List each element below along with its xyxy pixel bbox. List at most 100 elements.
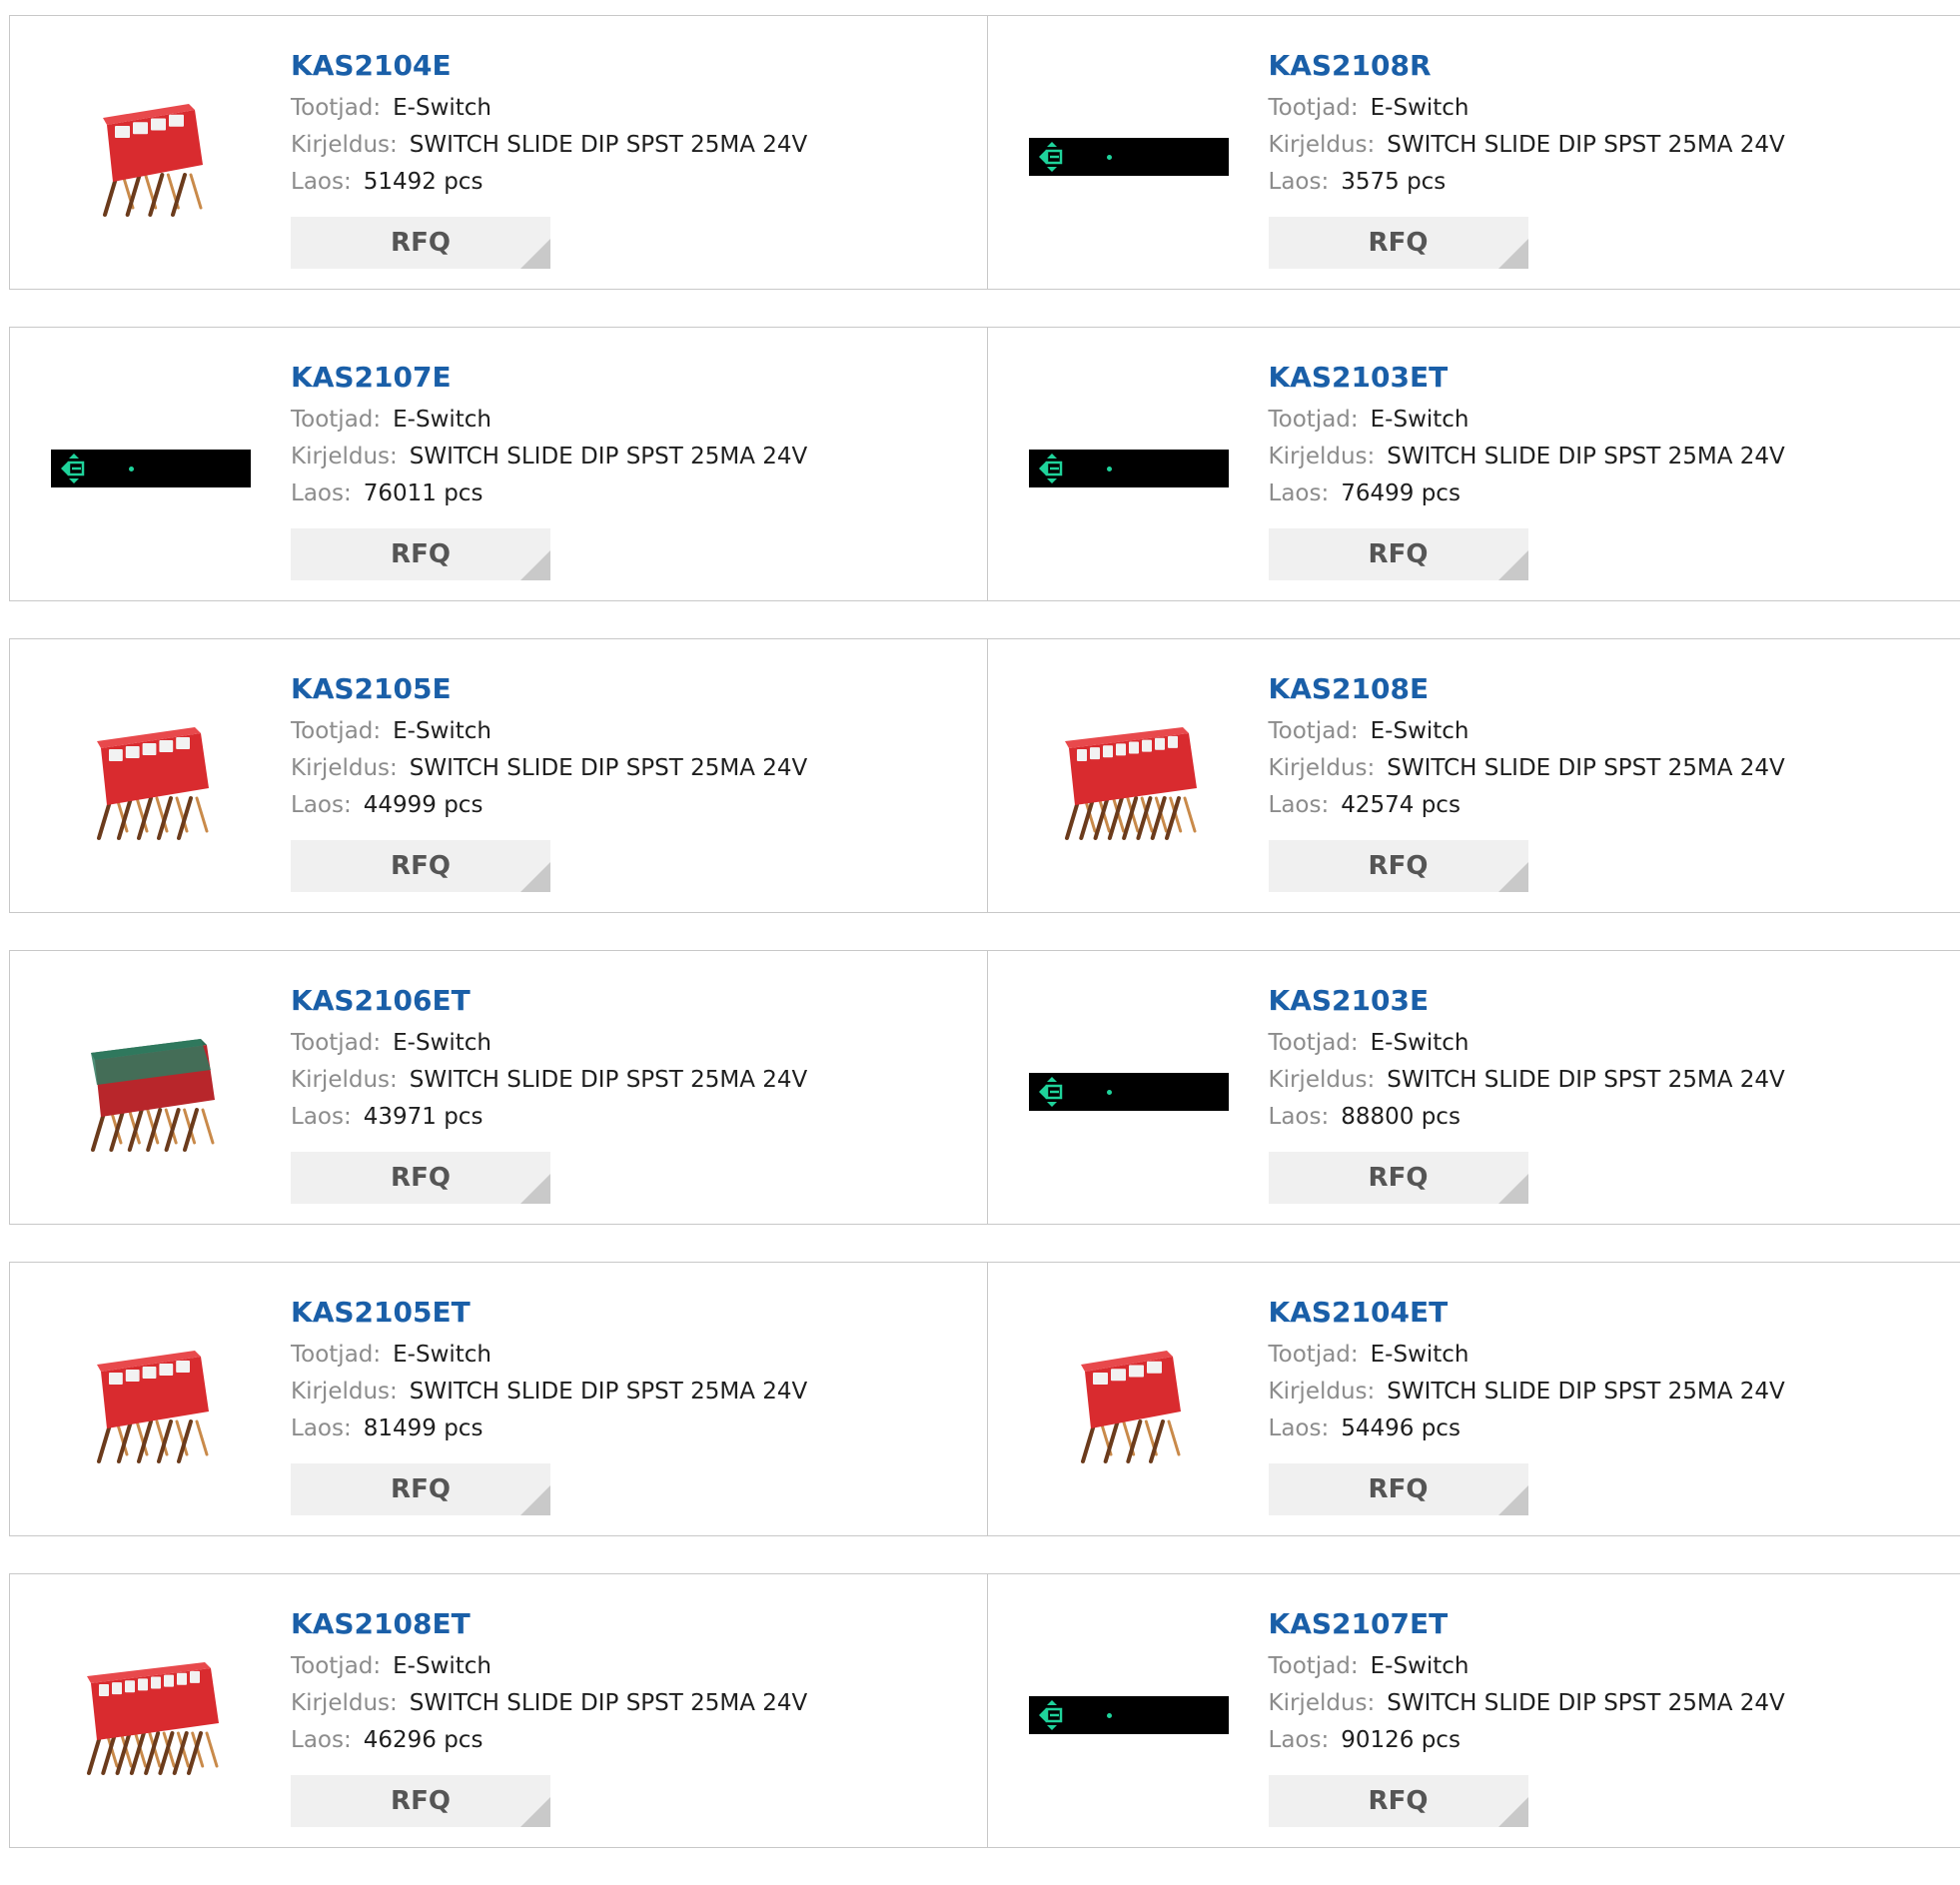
product-image[interactable]	[51, 992, 251, 1192]
stock-line: Laos:76499 pcs	[1269, 475, 1785, 512]
description-label: Kirjeldus:	[291, 444, 398, 470]
part-number-link[interactable]: KAS2104E	[291, 46, 807, 86]
description-value: SWITCH SLIDE DIP SPST 25MA 24V	[1387, 1067, 1785, 1093]
description-label: Kirjeldus:	[1269, 444, 1376, 470]
manufacturer-line: Tootjad:E-Switch	[1269, 1648, 1785, 1685]
description-value: SWITCH SLIDE DIP SPST 25MA 24V	[1387, 1690, 1785, 1716]
product-card: KAS2105E Tootjad:E-Switch Kirjeldus:SWIT…	[10, 639, 987, 912]
product-info: KAS2104E Tootjad:E-Switch Kirjeldus:SWIT…	[291, 46, 807, 269]
product-card: KAS2104ET Tootjad:E-Switch Kirjeldus:SWI…	[987, 1263, 1960, 1535]
rfq-button[interactable]: RFQ	[1269, 217, 1528, 269]
stock-label: Laos:	[1269, 792, 1330, 818]
part-number-link[interactable]: KAS2106ET	[291, 981, 807, 1021]
manufacturer-value: E-Switch	[393, 1653, 491, 1679]
manufacturer-value: E-Switch	[393, 1030, 491, 1056]
rfq-label: RFQ	[1369, 1474, 1429, 1504]
product-image[interactable]	[1029, 57, 1229, 257]
product-image[interactable]	[1029, 1304, 1229, 1503]
part-number-link[interactable]: KAS2104ET	[1269, 1293, 1785, 1333]
stock-value: 43971 pcs	[364, 1104, 484, 1130]
rfq-button[interactable]: RFQ	[291, 840, 550, 892]
rfq-button[interactable]: RFQ	[291, 1775, 550, 1827]
corner-triangle-icon	[520, 1797, 550, 1827]
rfq-button[interactable]: RFQ	[1269, 1463, 1528, 1515]
product-image[interactable]	[51, 369, 251, 568]
rfq-button[interactable]: RFQ	[291, 528, 550, 580]
product-card: KAS2106ET Tootjad:E-Switch Kirjeldus:SWI…	[10, 951, 987, 1224]
rfq-label: RFQ	[1369, 851, 1429, 881]
description-line: Kirjeldus:SWITCH SLIDE DIP SPST 25MA 24V	[291, 1374, 807, 1411]
corner-triangle-icon	[1498, 550, 1528, 580]
description-value: SWITCH SLIDE DIP SPST 25MA 24V	[410, 444, 808, 470]
part-number-link[interactable]: KAS2105E	[291, 669, 807, 709]
product-image[interactable]	[1029, 369, 1229, 568]
placeholder-icon	[1029, 1073, 1229, 1111]
product-image[interactable]	[51, 57, 251, 257]
placeholder-icon	[1029, 138, 1229, 176]
manufacturer-label: Tootjad:	[291, 407, 381, 433]
stock-label: Laos:	[1269, 1415, 1330, 1441]
description-value: SWITCH SLIDE DIP SPST 25MA 24V	[410, 755, 808, 781]
description-line: Kirjeldus:SWITCH SLIDE DIP SPST 25MA 24V	[1269, 439, 1785, 475]
rfq-label: RFQ	[391, 851, 451, 881]
dip-switch-5-icon	[71, 1327, 231, 1480]
product-image[interactable]	[51, 1304, 251, 1503]
product-info: KAS2103ET Tootjad:E-Switch Kirjeldus:SWI…	[1269, 358, 1785, 580]
product-image[interactable]	[1029, 992, 1229, 1192]
rfq-button[interactable]: RFQ	[291, 217, 550, 269]
manufacturer-line: Tootjad:E-Switch	[291, 1337, 807, 1374]
part-number-link[interactable]: KAS2103ET	[1269, 358, 1785, 398]
manufacturer-line: Tootjad:E-Switch	[1269, 90, 1785, 127]
manufacturer-value: E-Switch	[1371, 95, 1470, 121]
placeholder-icon	[1029, 1696, 1229, 1734]
manufacturer-label: Tootjad:	[1269, 1342, 1359, 1368]
product-image[interactable]	[51, 1615, 251, 1815]
rfq-button[interactable]: RFQ	[291, 1152, 550, 1204]
stock-line: Laos:51492 pcs	[291, 164, 807, 201]
description-label: Kirjeldus:	[291, 132, 398, 158]
manufacturer-line: Tootjad:E-Switch	[291, 713, 807, 750]
product-image[interactable]	[51, 680, 251, 880]
part-number-link[interactable]: KAS2108E	[1269, 669, 1785, 709]
stock-value: 54496 pcs	[1341, 1415, 1461, 1441]
product-info: KAS2108ET Tootjad:E-Switch Kirjeldus:SWI…	[291, 1604, 807, 1827]
product-image[interactable]	[1029, 680, 1229, 880]
stock-label: Laos:	[291, 169, 352, 195]
part-number-link[interactable]: KAS2108R	[1269, 46, 1785, 86]
stock-line: Laos: 54496 pcs	[1269, 1411, 1785, 1447]
description-line: Kirjeldus:SWITCH SLIDE DIP SPST 25MA 24V	[1269, 1062, 1785, 1099]
part-number-link[interactable]: KAS2107ET	[1269, 1604, 1785, 1644]
manufacturer-label: Tootjad:	[291, 1653, 381, 1679]
rfq-button[interactable]: RFQ	[1269, 840, 1528, 892]
part-number-link[interactable]: KAS2103E	[1269, 981, 1785, 1021]
product-row: KAS2105E Tootjad:E-Switch Kirjeldus:SWIT…	[9, 638, 1960, 913]
product-info: KAS2108E Tootjad:E-Switch Kirjeldus:SWIT…	[1269, 669, 1785, 892]
broken-image-strip	[1029, 1696, 1229, 1734]
description-line: Kirjeldus:SWITCH SLIDE DIP SPST 25MA 24V	[291, 1062, 807, 1099]
corner-triangle-icon	[520, 1485, 550, 1515]
part-number-link[interactable]: KAS2105ET	[291, 1293, 807, 1333]
description-label: Kirjeldus:	[291, 1379, 398, 1405]
product-image[interactable]	[1029, 1615, 1229, 1815]
product-card: KAS2104E Tootjad:E-Switch Kirjeldus:SWIT…	[10, 16, 987, 289]
description-line: Kirjeldus:SWITCH SLIDE DIP SPST 25MA 24V	[291, 750, 807, 787]
product-info: KAS2108R Tootjad:E-Switch Kirjeldus:SWIT…	[1269, 46, 1785, 269]
description-line: Kirjeldus:SWITCH SLIDE DIP SPST 25MA 24V	[1269, 1685, 1785, 1722]
rfq-button[interactable]: RFQ	[291, 1463, 550, 1515]
manufacturer-label: Tootjad:	[291, 95, 381, 121]
product-card: KAS2107ET Tootjad:E-Switch Kirjeldus:SWI…	[987, 1574, 1960, 1847]
rfq-label: RFQ	[1369, 1786, 1429, 1816]
rfq-button[interactable]: RFQ	[1269, 528, 1528, 580]
dip-switch-5-icon	[71, 703, 231, 857]
stock-value: 44999 pcs	[364, 792, 484, 818]
manufacturer-value: E-Switch	[1371, 1342, 1470, 1368]
corner-triangle-icon	[1498, 239, 1528, 269]
rfq-button[interactable]: RFQ	[1269, 1152, 1528, 1204]
description-value: SWITCH SLIDE DIP SPST 25MA 24V	[410, 132, 808, 158]
part-number-link[interactable]: KAS2107E	[291, 358, 807, 398]
stock-label: Laos:	[291, 792, 352, 818]
manufacturer-label: Tootjad:	[291, 1342, 381, 1368]
placeholder-icon	[51, 450, 251, 487]
rfq-button[interactable]: RFQ	[1269, 1775, 1528, 1827]
part-number-link[interactable]: KAS2108ET	[291, 1604, 807, 1644]
